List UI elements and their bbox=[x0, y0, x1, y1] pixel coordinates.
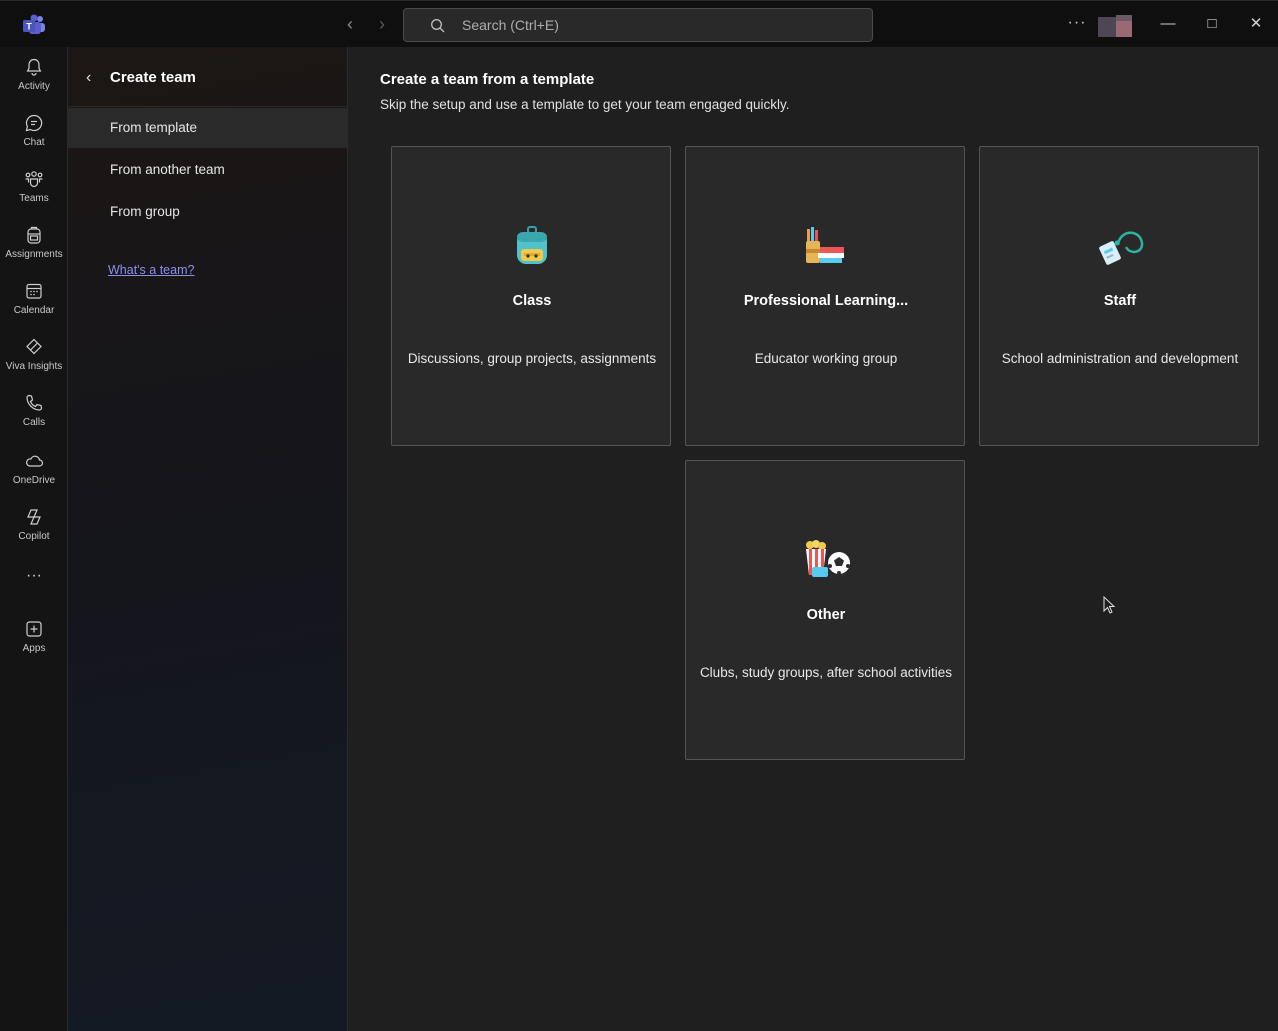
card-title: Other bbox=[806, 607, 846, 623]
backpack-illustration-icon bbox=[502, 225, 562, 269]
rail-item-viva-insights[interactable]: Viva Insights bbox=[0, 337, 68, 389]
page-subtitle: Skip the setup and use a template to get… bbox=[380, 97, 790, 112]
rail-label: Copilot bbox=[18, 531, 50, 542]
rail-item-calendar[interactable]: Calendar bbox=[0, 281, 68, 333]
rail-item-calls[interactable]: Calls bbox=[0, 393, 68, 445]
rail-item-apps[interactable]: Apps bbox=[0, 619, 68, 671]
card-title: Professional Learning... bbox=[743, 293, 909, 309]
rail-label: Viva Insights bbox=[5, 361, 63, 372]
teams-logo-icon[interactable]: T bbox=[22, 14, 46, 36]
panel-title: Create team bbox=[110, 69, 196, 86]
search-icon bbox=[430, 18, 446, 34]
whats-a-team-link[interactable]: What's a team? bbox=[108, 263, 194, 277]
rail-label: Calendar bbox=[13, 305, 55, 316]
rail-label: Apps bbox=[22, 643, 46, 654]
rail-label: Calls bbox=[22, 417, 46, 428]
template-card-other[interactable]: Other Clubs, study groups, after school … bbox=[685, 460, 965, 760]
card-description: Clubs, study groups, after school activi… bbox=[699, 665, 953, 680]
card-description: Discussions, group projects, assignments bbox=[407, 351, 657, 366]
back-chevron-icon[interactable]: ‹ bbox=[86, 67, 100, 89]
panel-item-from-group[interactable]: From group bbox=[68, 192, 347, 232]
maximize-button[interactable]: □ bbox=[1201, 13, 1223, 35]
copilot-icon bbox=[27, 509, 41, 525]
backpack-icon bbox=[27, 226, 41, 244]
rail-item-activity[interactable]: Activity bbox=[0, 57, 68, 109]
popcorn-soccer-icon bbox=[796, 539, 856, 583]
search-input[interactable] bbox=[462, 9, 862, 41]
books-pencils-icon bbox=[796, 225, 856, 269]
svg-text:T: T bbox=[26, 22, 32, 32]
minimize-button[interactable]: — bbox=[1157, 13, 1179, 35]
panel-item-from-template[interactable]: From template bbox=[68, 108, 347, 148]
template-card-class[interactable]: Class Discussions, group projects, assig… bbox=[391, 146, 671, 446]
page-title: Create a team from a template bbox=[380, 71, 595, 88]
rail-item-teams[interactable]: Teams bbox=[0, 169, 68, 221]
create-team-panel: ‹ Create team From template From another… bbox=[68, 47, 348, 1031]
card-description: Educator working group bbox=[754, 351, 898, 366]
search-box[interactable] bbox=[403, 8, 873, 42]
rail-label: Chat bbox=[23, 137, 45, 148]
mouse-cursor-icon bbox=[1103, 595, 1116, 614]
rail-item-assignments[interactable]: Assignments bbox=[0, 225, 68, 277]
avatar[interactable] bbox=[1098, 15, 1134, 37]
forward-arrow-icon[interactable]: › bbox=[371, 13, 393, 35]
panel-header: ‹ Create team bbox=[68, 47, 347, 107]
teams-icon bbox=[25, 171, 43, 188]
badge-lanyard-icon bbox=[1090, 225, 1150, 269]
template-card-staff[interactable]: Staff School administration and developm… bbox=[979, 146, 1259, 446]
rail-item-onedrive[interactable]: OneDrive bbox=[0, 451, 68, 503]
card-title: Class bbox=[512, 293, 552, 309]
main-content: Create a team from a template Skip the s… bbox=[348, 47, 1278, 1031]
phone-icon bbox=[26, 394, 43, 411]
chat-icon bbox=[25, 114, 43, 132]
card-title: Staff bbox=[1103, 293, 1137, 309]
rail-label: Teams bbox=[19, 193, 49, 204]
back-arrow-icon[interactable]: ‹ bbox=[339, 13, 361, 35]
more-apps-icon[interactable]: ··· bbox=[24, 568, 44, 585]
bell-icon bbox=[26, 58, 42, 76]
cloud-icon bbox=[26, 455, 44, 467]
card-description: School administration and development bbox=[1001, 351, 1239, 366]
rail-item-chat[interactable]: Chat bbox=[0, 113, 68, 165]
close-window-button[interactable]: ✕ bbox=[1245, 13, 1267, 35]
template-card-professional-learning[interactable]: Professional Learning... Educator workin… bbox=[685, 146, 965, 446]
calendar-icon bbox=[26, 283, 42, 299]
rail-label: OneDrive bbox=[12, 475, 56, 486]
rail-item-copilot[interactable]: Copilot bbox=[0, 507, 68, 559]
insights-icon bbox=[26, 338, 42, 355]
rail-label: Activity bbox=[18, 81, 50, 92]
plus-square-icon bbox=[26, 621, 42, 637]
rail-label: Assignments bbox=[5, 249, 63, 260]
panel-item-from-another-team[interactable]: From another team bbox=[68, 150, 347, 190]
title-bar: T ‹ › ··· — □ ✕ bbox=[0, 0, 1278, 47]
more-options-icon[interactable]: ··· bbox=[1066, 13, 1088, 35]
app-rail: Activity Chat Teams Assignments Calendar… bbox=[0, 47, 68, 1031]
